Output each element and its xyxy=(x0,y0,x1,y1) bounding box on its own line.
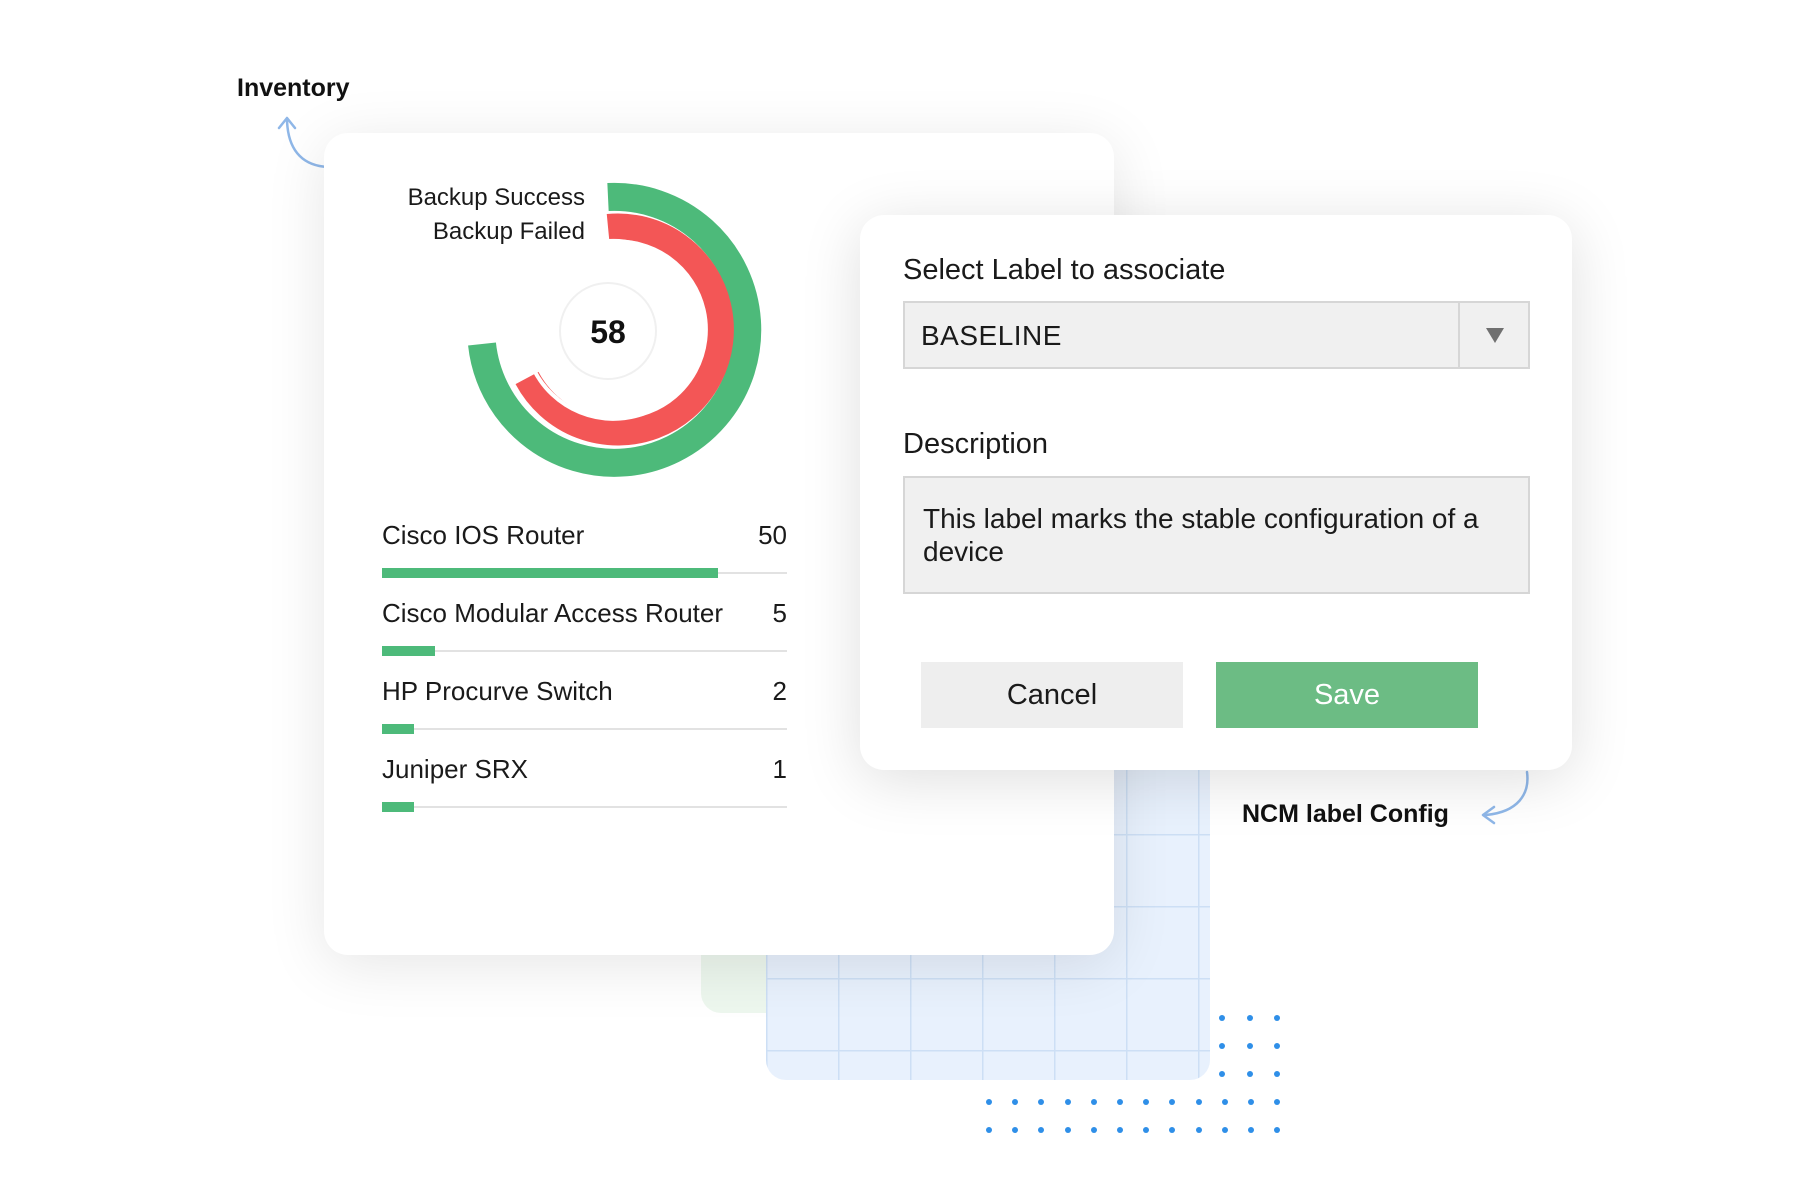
decorative-dot xyxy=(1169,1099,1176,1105)
decorative-dot xyxy=(986,1099,992,1105)
decorative-dot xyxy=(1274,1015,1280,1021)
decorative-dot xyxy=(1117,1127,1123,1133)
device-name: Juniper SRX xyxy=(382,754,528,784)
device-row: HP Procurve Switch 2 xyxy=(382,676,787,754)
decorative-dot xyxy=(1219,1071,1225,1077)
device-progress-bar xyxy=(382,646,435,656)
decorative-dot xyxy=(1090,1099,1097,1105)
device-name: Cisco Modular Access Router xyxy=(382,598,724,628)
decorative-dot xyxy=(1169,1127,1176,1133)
decorative-dot xyxy=(1195,1127,1202,1133)
caret-down-icon xyxy=(1486,328,1504,343)
decorative-dot xyxy=(1219,1043,1225,1049)
backup-status-donut-chart: 58 xyxy=(468,182,762,477)
decorative-dot xyxy=(1064,1099,1071,1105)
decorative-dot xyxy=(1248,1127,1254,1133)
label-select-value: BASELINE xyxy=(921,320,1062,351)
donut-total-value: 58 xyxy=(590,314,626,350)
device-name: Cisco IOS Router xyxy=(382,520,585,550)
decorative-dot xyxy=(1248,1099,1254,1105)
decorative-dot xyxy=(1247,1043,1253,1049)
decorative-dot xyxy=(1038,1099,1045,1105)
decorative-dot xyxy=(1219,1015,1225,1021)
decorative-dot xyxy=(1143,1127,1150,1133)
device-count: 5 xyxy=(772,598,787,628)
decorative-dot xyxy=(1090,1127,1097,1133)
device-row: Cisco IOS Router 50 xyxy=(382,520,787,598)
decorative-dot xyxy=(986,1127,992,1133)
decorative-dot xyxy=(1117,1099,1123,1105)
decorative-dot xyxy=(1274,1127,1281,1133)
decorative-dot xyxy=(1221,1127,1228,1133)
description-field[interactable]: This label marks the stable configuratio… xyxy=(903,476,1530,594)
decorative-dot xyxy=(1195,1099,1202,1105)
device-progress-bar xyxy=(382,568,719,578)
device-progress-bar xyxy=(382,724,415,734)
divider xyxy=(382,806,787,808)
curved-arrow-icon xyxy=(1481,770,1529,825)
device-row: Cisco Modular Access Router 5 xyxy=(382,598,787,676)
decorative-dot xyxy=(1012,1099,1019,1105)
device-count: 2 xyxy=(772,676,787,706)
label-select-toggle[interactable] xyxy=(1458,303,1528,367)
decorative-dot xyxy=(1247,1071,1253,1077)
divider xyxy=(382,728,787,730)
decorative-dot xyxy=(1038,1127,1045,1133)
select-label-heading: Select Label to associate xyxy=(903,254,1226,286)
divider xyxy=(382,650,787,652)
device-count: 1 xyxy=(772,754,787,784)
inventory-caption: Inventory xyxy=(237,74,350,102)
decorative-dot xyxy=(1274,1071,1280,1077)
device-progress-bar xyxy=(382,802,415,812)
description-heading: Description xyxy=(903,428,1049,460)
ncm-label-caption: NCM label Config xyxy=(1242,800,1449,828)
decorative-dot xyxy=(1064,1127,1071,1133)
save-button[interactable]: Save xyxy=(1216,662,1478,728)
device-name: HP Procurve Switch xyxy=(382,676,613,706)
label-select[interactable]: BASELINE xyxy=(903,301,1530,369)
decorative-dot xyxy=(1274,1043,1280,1049)
decorative-dot xyxy=(1274,1099,1281,1105)
decorative-dot xyxy=(1143,1099,1150,1105)
decorative-dot xyxy=(1221,1099,1228,1105)
device-row: Juniper SRX 1 xyxy=(382,754,787,832)
decorative-dot xyxy=(1247,1015,1253,1021)
device-count: 50 xyxy=(758,520,787,550)
cancel-button[interactable]: Cancel xyxy=(921,662,1183,728)
decorative-dot xyxy=(1012,1127,1019,1133)
